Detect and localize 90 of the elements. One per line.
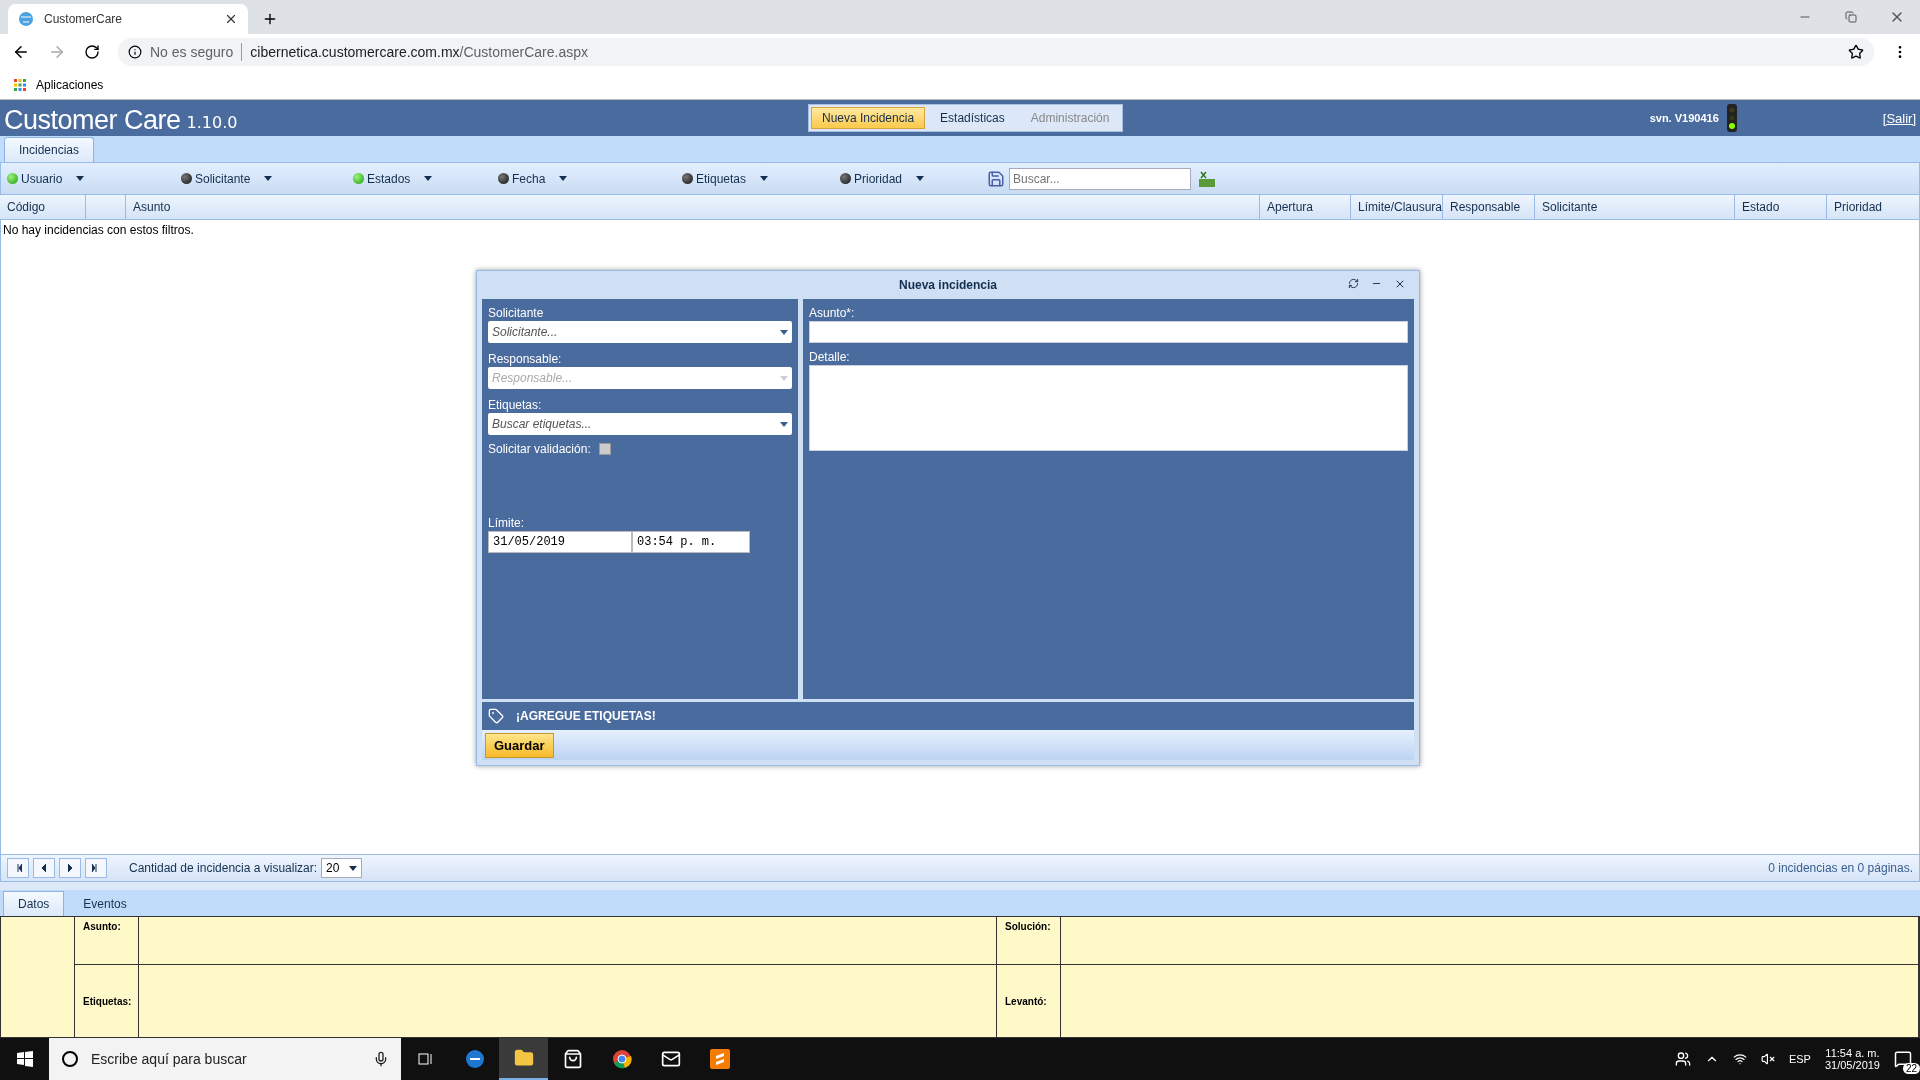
- column-header[interactable]: Asunto: [126, 195, 1260, 219]
- bookmark-link[interactable]: Aplicaciones: [36, 77, 104, 92]
- back-icon[interactable]: [12, 43, 30, 61]
- browser-tab[interactable]: CustomerCare: [8, 4, 248, 34]
- page-size-label: Cantidad de incidencia a visualizar:: [129, 861, 318, 875]
- field-label: Etiquetas:: [488, 397, 543, 413]
- traffic-light-icon: [1726, 104, 1737, 132]
- pager-button[interactable]: [33, 858, 55, 878]
- field-label: Solicitante: [488, 305, 545, 321]
- microphone-icon[interactable]: [373, 1051, 389, 1067]
- folder-icon[interactable]: [499, 1038, 548, 1080]
- filter-dropdown[interactable]: Estados: [367, 171, 411, 186]
- column-header[interactable]: Prioridad: [1827, 195, 1920, 219]
- filter-dropdown[interactable]: Etiquetas: [696, 171, 747, 186]
- tab[interactable]: Eventos: [68, 891, 142, 916]
- people-icon[interactable]: [1674, 1051, 1691, 1067]
- column-header[interactable]: Límite/Clausura: [1351, 195, 1443, 219]
- detail-field[interactable]: [809, 365, 1408, 451]
- column-header[interactable]: Solicitante: [1535, 195, 1735, 219]
- address-bar[interactable]: No es seguro cibernetica.customercare.com.mx/CustomerCare.aspx: [118, 38, 1874, 66]
- column-header[interactable]: Código: [0, 195, 86, 219]
- caret-icon: [349, 865, 358, 871]
- version-label: 1.10.0: [186, 112, 238, 134]
- caret-icon: [264, 176, 273, 181]
- time-field[interactable]: 03:54 p. m.: [632, 531, 750, 553]
- wifi-icon[interactable]: [1732, 1052, 1747, 1066]
- pager-button[interactable]: [85, 858, 107, 878]
- column-header[interactable]: Responsable: [1443, 195, 1535, 219]
- field-label: Detalle:: [809, 349, 851, 365]
- filter-dropdown[interactable]: Prioridad: [854, 171, 903, 186]
- caret-icon: [916, 176, 925, 181]
- tab[interactable]: Incidencias: [4, 137, 95, 162]
- apps-grid-icon[interactable]: [14, 78, 26, 91]
- detail-label: Solución:: [997, 917, 1061, 965]
- page-size-select[interactable]: 20: [321, 858, 363, 878]
- info-icon[interactable]: [128, 45, 142, 59]
- pager-button[interactable]: [59, 858, 81, 878]
- pager-button[interactable]: [7, 858, 29, 878]
- app-logo: Customer Care: [4, 104, 181, 136]
- caret-icon: [424, 176, 433, 181]
- page-summary: 0 incidencias en 0 páginas.: [1768, 861, 1913, 875]
- combo-box[interactable]: Buscar etiquetas...: [488, 413, 792, 435]
- search-field[interactable]: Buscar...: [1009, 167, 1191, 190]
- detail-label: Asunto:: [75, 917, 139, 965]
- close-icon[interactable]: [1394, 278, 1406, 290]
- empty-message: No hay incidencias con estos filtros.: [2, 222, 195, 239]
- reload-icon[interactable]: [84, 44, 100, 60]
- combo-box: Responsable...: [488, 367, 792, 389]
- save-icon[interactable]: [987, 169, 1005, 188]
- star-icon[interactable]: [1848, 44, 1864, 60]
- date-field[interactable]: 31/05/2019: [488, 531, 632, 553]
- svn-label: svn. V190416: [1649, 112, 1719, 124]
- filter-dropdown[interactable]: Solicitante: [195, 171, 251, 186]
- language-indicator[interactable]: ESP: [1788, 1053, 1811, 1065]
- caret-icon: [559, 176, 568, 181]
- refresh-icon[interactable]: [1348, 278, 1359, 289]
- caret-icon: [780, 375, 788, 381]
- tag-icon: [488, 708, 504, 724]
- caret-icon: [780, 329, 788, 335]
- filter-dropdown[interactable]: Usuario: [21, 171, 63, 186]
- detail-label: Levantó:: [997, 965, 1061, 1037]
- tab[interactable]: Datos: [3, 891, 65, 916]
- save-button[interactable]: Guardar: [485, 732, 554, 758]
- column-header[interactable]: Estado: [1735, 195, 1827, 219]
- caret-icon: [760, 176, 769, 181]
- taskbar-search[interactable]: Escribe aquí para buscar: [49, 1038, 401, 1080]
- combo-box[interactable]: Solicitante...: [488, 321, 792, 343]
- subject-field[interactable]: [809, 321, 1408, 343]
- column-header[interactable]: Apertura: [1260, 195, 1351, 219]
- field-label: Solicitar validación:: [488, 441, 591, 457]
- field-label: Responsable:: [488, 351, 563, 367]
- detail-label: Etiquetas:: [75, 965, 139, 1037]
- nav-button[interactable]: Nueva Incidencia: [811, 107, 926, 129]
- dialog-title: Nueva incidencia: [898, 278, 997, 292]
- filter-dropdown[interactable]: Fecha: [512, 171, 546, 186]
- checkbox[interactable]: [598, 443, 611, 455]
- new-tab-icon[interactable]: [262, 11, 278, 27]
- spreadsheet-icon[interactable]: [1199, 170, 1215, 187]
- nav-button[interactable]: Estadísticas: [929, 107, 1016, 129]
- logout-link[interactable]: [Salir]: [1882, 110, 1916, 126]
- circle-icon: [61, 1050, 79, 1068]
- close-icon[interactable]: [224, 12, 238, 26]
- notification-badge: 22: [1902, 1063, 1920, 1074]
- tags-banner-text: ¡AGREGUE ETIQUETAS!: [516, 709, 656, 723]
- caret-icon: [76, 176, 85, 181]
- field-label: Límite:: [488, 515, 525, 531]
- caret-icon: [780, 421, 788, 427]
- clock[interactable]: 11:54 a. m. 31/05/2019: [1824, 1047, 1880, 1071]
- field-label: Asunto*:: [809, 305, 856, 321]
- mute-icon[interactable]: [1760, 1052, 1775, 1066]
